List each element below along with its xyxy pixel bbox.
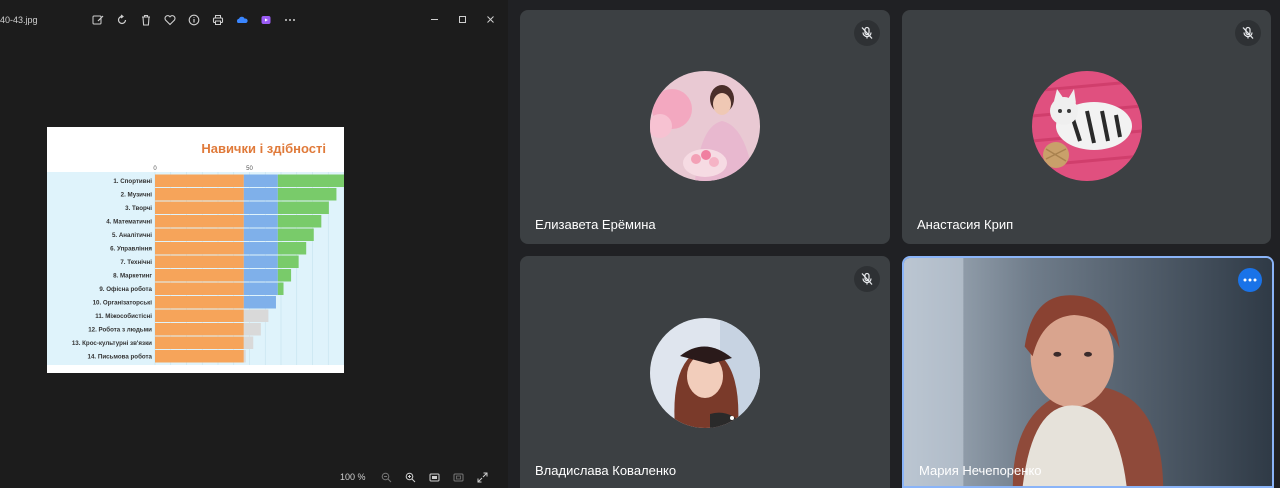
chart-bar — [277, 255, 299, 268]
chart-category-label: 1. Спортивні — [113, 178, 152, 185]
more-icon — [1243, 278, 1257, 282]
chart-category-label: 5. Аналітичні — [112, 232, 152, 239]
chart-bar — [155, 323, 244, 336]
chart-bar — [155, 215, 244, 228]
chart-bar — [243, 228, 278, 241]
chart-bar — [155, 296, 244, 309]
avatar — [650, 318, 760, 428]
chart-bar — [277, 215, 322, 228]
participant-tile[interactable]: Анастасия Крип — [902, 10, 1271, 244]
chart-category-label: 11. Міжособистісні — [95, 313, 152, 320]
chart-category-label: 13. Крос-культурні зв'язки — [72, 340, 152, 347]
chart-bar — [277, 228, 314, 241]
rotate-icon[interactable] — [114, 12, 130, 28]
minimize-icon[interactable] — [422, 10, 446, 28]
chart-category-label: 12. Робота з людьми — [88, 326, 152, 333]
chart-bar — [243, 323, 261, 336]
chart-category-label: 2. Музичні — [121, 191, 153, 198]
delete-icon[interactable] — [138, 12, 154, 28]
edit-icon[interactable] — [90, 12, 106, 28]
chart-bar — [243, 269, 278, 282]
chart-bar — [155, 201, 244, 214]
chart-category-label: 14. Письмова робота — [88, 353, 153, 360]
chart-category-label: 9. Офісна робота — [99, 286, 152, 293]
more-icon[interactable] — [282, 12, 298, 28]
video-feed — [904, 258, 1272, 486]
chart-bar — [277, 188, 337, 201]
chart-bar — [155, 255, 244, 268]
chart-bar — [243, 282, 278, 295]
chart-bar — [243, 296, 276, 309]
viewer-toolbar — [90, 12, 298, 28]
chart-bar — [243, 309, 269, 322]
close-icon[interactable] — [478, 10, 502, 28]
participant-name: Мария Нечепоренко — [919, 463, 1042, 478]
chart-bar — [277, 282, 284, 295]
participant-tile[interactable]: Владислава Коваленко — [520, 256, 890, 488]
chart-category-label: 10. Організаторські — [93, 299, 153, 306]
actual-size-icon[interactable] — [452, 470, 466, 484]
fit-to-window-icon[interactable] — [428, 470, 442, 484]
mic-off-icon — [1235, 20, 1261, 46]
onedrive-icon[interactable] — [234, 12, 250, 28]
clipchamp-icon[interactable] — [258, 12, 274, 28]
chart-category-label: 4. Математичні — [106, 218, 152, 225]
screen: 40-43.jpg Навички і здібності 0 50 1. Сп… — [0, 0, 1280, 488]
viewer-statusbar: 100 % — [340, 470, 490, 484]
chart-bar — [277, 174, 344, 187]
chart-bar — [155, 282, 244, 295]
avatar — [1032, 71, 1142, 181]
participant-name: Анастасия Крип — [917, 217, 1014, 232]
chart-bar — [277, 242, 307, 255]
chart-bar — [243, 174, 278, 187]
file-name: 40-43.jpg — [0, 15, 38, 25]
chart-bar — [243, 201, 278, 214]
chart-tick-label: 50 — [246, 166, 253, 172]
slide-image: Навички і здібності 0 50 1. Спортивні 2. Му… — [47, 127, 344, 373]
participant-name: Владислава Коваленко — [535, 463, 677, 478]
chart-bar — [155, 188, 244, 201]
zoom-out-icon[interactable] — [380, 470, 394, 484]
chart-category-label: 7. Технічні — [120, 259, 152, 266]
avatar — [650, 71, 760, 181]
fullscreen-icon[interactable] — [476, 470, 490, 484]
chart-bar — [243, 188, 278, 201]
participant-tile[interactable]: Елизавета Ерёмина — [520, 10, 890, 244]
more-options-button[interactable] — [1238, 268, 1262, 292]
zoom-level: 100 % — [340, 472, 366, 482]
chart-bar — [155, 336, 244, 349]
chart-tick-label: 0 — [153, 166, 157, 172]
mic-off-icon — [854, 266, 880, 292]
chart-category-label: 3. Творчі — [125, 205, 152, 212]
info-icon[interactable] — [186, 12, 202, 28]
chart-bar — [155, 269, 244, 282]
chart-bar — [277, 201, 329, 214]
chart-bar — [155, 309, 244, 322]
mic-off-icon — [854, 20, 880, 46]
chart-category-label: 6. Управління — [110, 245, 152, 252]
photo-viewer-window: 40-43.jpg Навички і здібності 0 50 1. Сп… — [0, 0, 508, 488]
chart-bar — [155, 350, 244, 363]
chart-bar — [243, 336, 254, 349]
skills-chart: 0 50 1. Спортивні 2. Музичні 3. Творчі 4. Мат… — [47, 166, 344, 365]
participant-tile-active[interactable]: Мария Нечепоренко — [902, 256, 1274, 488]
chart-bar — [155, 174, 244, 187]
chart-label-area — [47, 172, 155, 365]
chart-bar — [243, 215, 278, 228]
participant-name: Елизавета Ерёмина — [535, 217, 656, 232]
print-icon[interactable] — [210, 12, 226, 28]
window-controls — [422, 10, 502, 28]
chart-bar — [243, 350, 246, 363]
slide-title: Навички і здібності — [201, 141, 326, 156]
chart-bar — [243, 255, 278, 268]
chart-bar — [155, 228, 244, 241]
favorite-icon[interactable] — [162, 12, 178, 28]
chart-bar — [277, 269, 292, 282]
chart-bar — [155, 242, 244, 255]
chart-category-label: 8. Маркетинг — [113, 272, 152, 279]
zoom-in-icon[interactable] — [404, 470, 418, 484]
chart-bar — [243, 242, 278, 255]
maximize-icon[interactable] — [450, 10, 474, 28]
